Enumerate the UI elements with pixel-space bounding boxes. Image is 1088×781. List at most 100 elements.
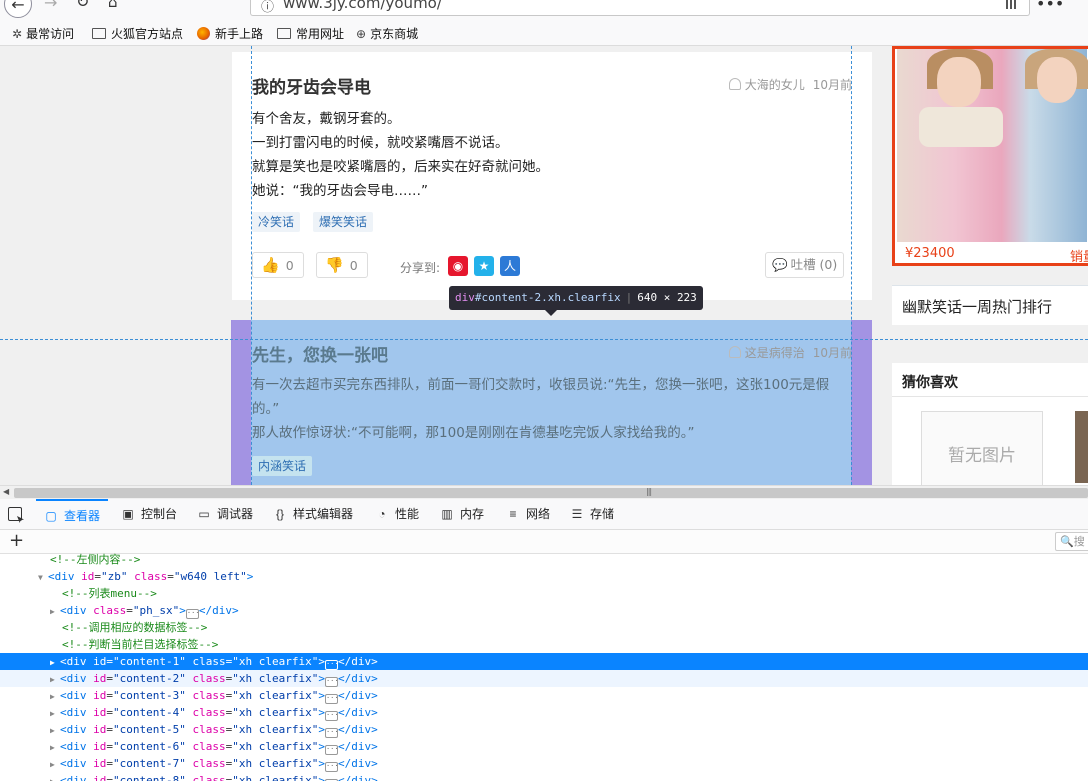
- html-search-input[interactable]: 🔍搜: [1055, 532, 1088, 551]
- joke-author[interactable]: 大海的女儿: [745, 78, 805, 92]
- joke-line: 就算是笑也是咬紧嘴唇的，后来实在好奇就问她。: [252, 159, 549, 175]
- like-button[interactable]: 👍 0: [252, 252, 304, 278]
- collapsed-content-badge[interactable]: ···: [324, 677, 339, 687]
- tag-name: <div: [60, 655, 87, 668]
- markup-node-line[interactable]: ▶<div id="content-8" class="xh clearfix"…: [0, 772, 1088, 781]
- tab-console[interactable]: ▣ 控制台: [121, 499, 177, 530]
- product-ad[interactable]: ¥23400 销量: [892, 46, 1088, 266]
- tab-memory[interactable]: ▥ 内存: [440, 499, 484, 530]
- joke-card-content: 先生，您换一张吧 这是病得治 10月前 有一次去超市买完东西排队，前面一哥们交款时…: [232, 320, 872, 485]
- collapsed-content-badge[interactable]: ···: [185, 609, 200, 619]
- expand-arrow-icon[interactable]: ▶: [50, 671, 60, 688]
- collapsed-content-badge[interactable]: ···: [324, 728, 339, 738]
- scroll-left-icon[interactable]: ◀: [3, 487, 9, 496]
- tag-name: <div: [60, 723, 87, 736]
- horizontal-scrollbar[interactable]: ◀ |||: [0, 485, 1088, 499]
- attr-value: "content-6": [113, 740, 186, 753]
- page-actions-menu-button[interactable]: •••: [1036, 0, 1064, 13]
- reload-button[interactable]: ↻: [76, 0, 89, 11]
- weibo-share-icon[interactable]: ◉: [448, 256, 468, 276]
- add-node-icon[interactable]: +: [9, 531, 24, 551]
- bookmark-getting-started[interactable]: 新手上路: [197, 25, 263, 42]
- bookmark-jd-mall[interactable]: ⊕ 京东商城: [356, 25, 418, 42]
- scrollbar-grip-icon: |||: [646, 487, 652, 496]
- attr-name: id: [93, 672, 107, 685]
- tag-hilarious-joke[interactable]: 爆笑笑话: [313, 212, 374, 232]
- collapsed-content-badge[interactable]: ···: [324, 694, 339, 704]
- gear-icon: ✲: [12, 27, 23, 41]
- tab-style-editor[interactable]: {} 样式编辑器: [273, 499, 353, 530]
- comment-button[interactable]: 💬 吐槽 (0): [765, 252, 845, 278]
- markup-node-line[interactable]: ▶ <div id="content-4" class="xh clearfix"…: [0, 704, 1088, 721]
- url-text[interactable]: www.3jy.com/youmo/: [283, 0, 442, 12]
- markup-node-line[interactable]: ▶ <div id="content-3" class="xh clearfix"…: [0, 687, 1088, 704]
- back-button[interactable]: ←: [4, 0, 32, 18]
- tag-innuendo-joke[interactable]: 内涵笑话: [252, 456, 313, 476]
- joke-line: 她说：“我的牙齿会导电……”: [252, 183, 428, 199]
- attr-value: "content-5": [113, 723, 186, 736]
- more-icon: •••: [1036, 0, 1065, 13]
- markup-node-line[interactable]: ▶ <div id="content-7" class="xh clearfix"…: [0, 755, 1088, 772]
- forward-button[interactable]: →: [44, 0, 57, 12]
- markup-comment-line[interactable]: <!--判断当前栏目选择标签-->: [0, 636, 1088, 653]
- tag-name: <div: [48, 570, 75, 583]
- no-image-placeholder[interactable]: 暂无图片: [921, 411, 1043, 485]
- markup-comment-line[interactable]: <!--调用相应的数据标签-->: [0, 619, 1088, 636]
- bookmark-most-visited[interactable]: ✲ 最常访问: [12, 25, 74, 42]
- url-bar[interactable]: ⓘ www.3jy.com/youmo/: [250, 0, 1030, 16]
- attr-value: "content-3": [113, 689, 186, 702]
- markup-node-line[interactable]: ▶ <div id="content-2" class="xh clearfix"…: [0, 670, 1088, 687]
- bookmark-common-sites[interactable]: 常用网址: [277, 25, 344, 42]
- recommend-thumbnail[interactable]: [1075, 411, 1088, 483]
- expand-arrow-icon[interactable]: ▶: [50, 756, 60, 773]
- joke-time: 10月前: [812, 346, 852, 360]
- expand-arrow-icon[interactable]: ▶: [50, 722, 60, 739]
- markup-node-line[interactable]: ▶ <div id="content-5" class="xh clearfix"…: [0, 721, 1088, 738]
- expand-arrow-icon[interactable]: ▶: [50, 773, 60, 781]
- braces-icon: {}: [275, 507, 284, 521]
- attr-value: "w640 left": [173, 570, 247, 583]
- tab-performance[interactable]: ◔ 性能: [375, 499, 419, 530]
- markup-comment-line[interactable]: <!--列表menu-->: [0, 585, 1088, 602]
- bookmark-firefox-official[interactable]: 火狐官方站点: [92, 25, 183, 42]
- firefox-icon: [197, 27, 210, 40]
- ad-price: ¥23400: [905, 246, 955, 261]
- renren-share-icon[interactable]: 人: [500, 256, 520, 276]
- tag-name: <div: [60, 757, 87, 770]
- ad-image[interactable]: [897, 49, 1088, 242]
- markup-node-line[interactable]: ▶ <div id="content-1" class="xh clearfix"…: [0, 653, 1088, 670]
- collapse-arrow-icon[interactable]: ▼: [38, 569, 48, 586]
- qr-code-icon[interactable]: [1006, 0, 1017, 9]
- expand-arrow-icon[interactable]: ▶: [50, 603, 60, 620]
- home-button[interactable]: ⌂: [108, 0, 118, 11]
- tab-storage[interactable]: ☰ 存储: [570, 499, 614, 530]
- joke-title[interactable]: 先生，您换一张吧: [252, 341, 388, 366]
- console-icon: ▣: [122, 507, 134, 521]
- collapsed-content-badge[interactable]: ···: [324, 762, 339, 772]
- expand-arrow-icon[interactable]: ▶: [50, 688, 60, 705]
- tab-debugger[interactable]: ▭ 调试器: [197, 499, 253, 530]
- tag-cold-joke[interactable]: 冷笑话: [252, 212, 301, 232]
- qzone-share-icon[interactable]: ★: [474, 256, 494, 276]
- expand-arrow-icon[interactable]: ▶: [50, 739, 60, 756]
- markup-node-line[interactable]: ▼ <div id="zb" class="w640 left">: [0, 568, 1088, 585]
- expand-arrow-icon[interactable]: ▶: [50, 654, 60, 671]
- element-picker-icon[interactable]: [8, 507, 22, 521]
- joke-author[interactable]: 这是病得治: [745, 346, 805, 360]
- joke-title[interactable]: 我的牙齿会导电: [252, 73, 371, 98]
- markup-node-line[interactable]: ▶ <div id="content-6" class="xh clearfix"…: [0, 738, 1088, 755]
- dislike-button[interactable]: 👎 0: [316, 252, 368, 278]
- collapsed-content-badge[interactable]: ···: [324, 711, 339, 721]
- collapsed-content-badge[interactable]: ···: [324, 660, 339, 670]
- folder-icon: [277, 28, 291, 39]
- markup-node-line[interactable]: ▶ <div class="ph_sx">···</div>: [0, 602, 1088, 619]
- bookmarks-toolbar: ✲ 最常访问 火狐官方站点 新手上路 常用网址 ⊕ 京东商城: [0, 20, 1088, 46]
- joke-line: 有一次去超市买完东西排队，前面一哥们交款时，收银员说:“先生，您换一张吧，这张1…: [252, 377, 830, 417]
- hot-ranking-box: 幽默笑话一周热门排行: [892, 285, 1088, 325]
- expand-arrow-icon[interactable]: ▶: [50, 705, 60, 722]
- markup-comment-line[interactable]: <!--左侧内容-->: [0, 551, 1088, 568]
- tab-network[interactable]: ≡ 网络: [506, 499, 550, 530]
- scrollbar-thumb[interactable]: [14, 488, 1088, 498]
- collapsed-content-badge[interactable]: ···: [324, 745, 339, 755]
- tab-inspector[interactable]: ▢ 查看器: [36, 499, 109, 530]
